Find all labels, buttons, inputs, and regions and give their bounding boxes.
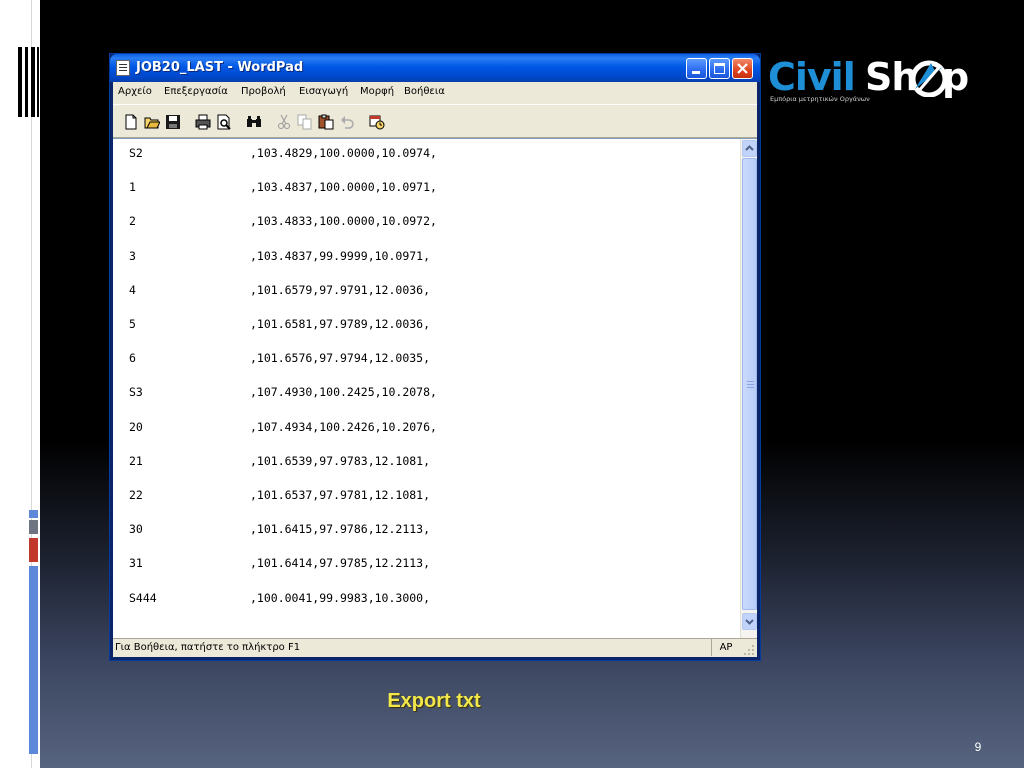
point-id: S3 <box>129 385 143 400</box>
find-icon[interactable] <box>246 114 262 130</box>
maximize-button[interactable] <box>709 58 730 79</box>
close-icon <box>737 63 748 74</box>
point-values: ,107.4930,100.2425,10.2078, <box>250 385 437 400</box>
menu-bar: Αρχείο Επεξεργασία Προβολή Εισαγωγή Μορφ… <box>113 82 757 104</box>
accent-bar-blue <box>29 510 38 518</box>
insert-datetime-icon[interactable] <box>369 114 385 130</box>
point-id: 2 <box>129 214 136 229</box>
status-bar: Για Βοήθεια, πατήστε το πλήκτρο F1 AP <box>113 638 757 657</box>
resize-grip-icon[interactable] <box>743 644 755 656</box>
close-button[interactable] <box>732 58 753 79</box>
point-values: ,103.4833,100.0000,10.0972, <box>250 214 437 229</box>
save-icon[interactable] <box>165 114 181 130</box>
point-values: ,101.6537,97.9781,12.1081, <box>250 488 431 502</box>
scroll-down-button[interactable] <box>742 613 757 630</box>
point-values: ,103.4829,100.0000,10.0974, <box>250 146 437 160</box>
minimize-icon <box>692 71 700 74</box>
point-id: 6 <box>129 351 136 366</box>
logo-civil-text: Civil <box>768 55 856 99</box>
point-values: ,101.6579,97.9791,12.0036, <box>250 282 431 297</box>
point-id: 4 <box>129 282 136 297</box>
point-id: 22 <box>129 488 143 502</box>
point-id: S444 <box>129 590 157 605</box>
point-id: 31 <box>129 556 143 571</box>
logo-subtitle: Εμπόρια μετρητικών Οργάνων <box>770 95 870 103</box>
menu-view[interactable]: Προβολή <box>241 86 286 97</box>
new-document-icon[interactable] <box>123 114 139 130</box>
accent-bar-red <box>29 538 38 562</box>
point-values: ,101.6576,97.9794,12.0035, <box>250 351 431 366</box>
undo-icon <box>341 116 354 129</box>
minimize-button[interactable] <box>686 58 707 79</box>
document-icon <box>116 60 130 76</box>
chevron-down-icon <box>745 619 754 625</box>
point-id: 20 <box>129 419 143 434</box>
toolbar <box>113 104 757 138</box>
vertical-scrollbar[interactable] <box>740 139 757 639</box>
point-id: 1 <box>129 180 136 195</box>
menu-insert[interactable]: Εισαγωγή <box>299 86 348 97</box>
scroll-up-button[interactable] <box>742 140 757 157</box>
point-id: 3 <box>129 248 136 263</box>
paste-icon[interactable] <box>318 114 334 130</box>
title-bar[interactable]: JOB20_LAST - WordPad <box>110 54 760 82</box>
print-icon[interactable] <box>195 114 211 130</box>
copy-icon <box>297 114 312 130</box>
document-area[interactable]: S2 ,103.4829,100.0000,10.0974, 1 ,103.4837,… <box>113 138 757 639</box>
menu-edit[interactable]: Επεξεργασία <box>164 86 228 97</box>
chevron-up-icon <box>745 145 754 151</box>
scroll-thumb[interactable] <box>742 158 757 610</box>
point-id: 30 <box>129 522 143 537</box>
print-preview-icon[interactable] <box>216 114 232 130</box>
logo-p-text: p <box>942 55 970 99</box>
point-values: ,103.4837,99.9999,10.0971, <box>250 248 431 263</box>
menu-file[interactable]: Αρχείο <box>118 86 152 97</box>
point-values: ,101.6415,97.9786,12.2113, <box>250 522 431 537</box>
window-title: JOB20_LAST - WordPad <box>136 60 304 75</box>
page-number: 9 <box>974 740 982 754</box>
menu-help[interactable]: Βοήθεια <box>404 86 445 97</box>
point-values: ,107.4934,100.2426,10.2076, <box>250 419 437 434</box>
decorative-bars <box>18 47 42 117</box>
point-values: ,103.4837,100.0000,10.0971, <box>250 180 437 195</box>
point-id: S2 <box>129 146 143 160</box>
status-help-text: Για Βοήθεια, πατήστε το πλήκτρο F1 <box>115 642 301 653</box>
point-id: 21 <box>129 453 143 468</box>
slide-caption: Export txt <box>387 690 481 712</box>
open-folder-icon[interactable] <box>144 114 160 130</box>
menu-format[interactable]: Μορφή <box>360 86 394 97</box>
maximize-icon <box>714 63 725 74</box>
wordpad-window: JOB20_LAST - WordPad Αρχείο Επεξεργασία … <box>109 53 761 661</box>
accent-bar-blue-long <box>29 566 38 754</box>
point-values: ,100.0041,99.9983,10.3000, <box>250 590 431 605</box>
point-id: 5 <box>129 317 136 331</box>
status-mode: AP <box>711 639 740 656</box>
point-values: ,101.6539,97.9783,12.1081, <box>250 453 431 468</box>
point-values: ,101.6581,97.9789,12.0036, <box>250 317 431 331</box>
point-values: ,101.6414,97.9785,12.2113, <box>250 556 431 571</box>
civilshop-logo: Civil Sh p Εμπόρια μετρητικών Οργάνων <box>768 55 978 107</box>
accent-bar-gray <box>29 520 38 534</box>
cut-icon <box>278 114 290 129</box>
